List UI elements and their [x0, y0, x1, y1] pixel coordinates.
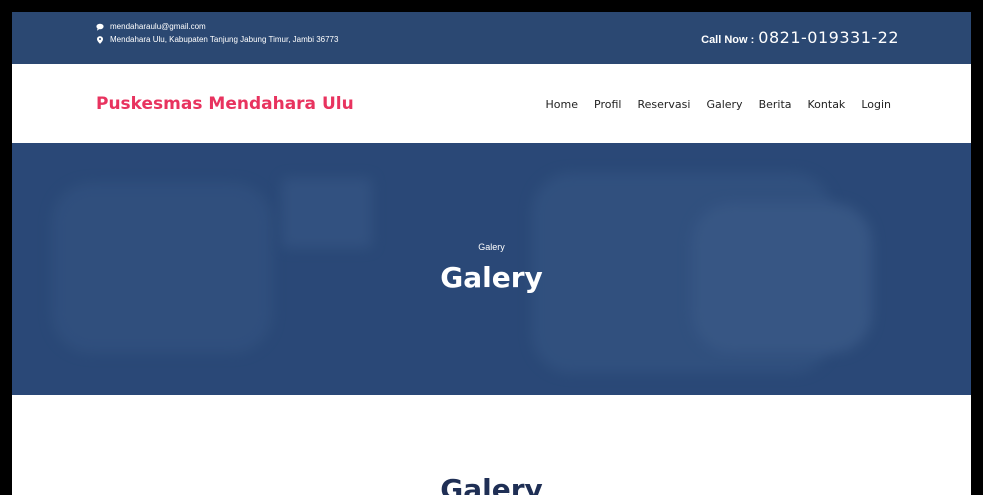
nav-item-login[interactable]: Login: [861, 98, 891, 111]
contact-info: mendaharaulu@gmail.com Mendahara Ulu, Ka…: [96, 20, 338, 46]
map-pin-icon: [96, 35, 104, 44]
nav-item-home[interactable]: Home: [546, 98, 578, 111]
call-now-label: Call Now :: [701, 34, 755, 46]
site-brand[interactable]: Puskesmas Mendahara Ulu: [96, 94, 354, 114]
call-now: Call Now : 0821-019331-22: [701, 28, 899, 47]
address-row: Mendahara Ulu, Kabupaten Tanjung Jabung …: [96, 33, 338, 46]
top-contact-bar: mendaharaulu@gmail.com Mendahara Ulu, Ka…: [12, 12, 971, 64]
address-text: Mendahara Ulu, Kabupaten Tanjung Jabung …: [110, 35, 339, 44]
section-heading: Galery: [440, 473, 543, 495]
breadcrumb: Galery: [478, 242, 505, 252]
nav-item-galery[interactable]: Galery: [706, 98, 742, 111]
email-text[interactable]: mendaharaulu@gmail.com: [110, 20, 206, 33]
email-row: mendaharaulu@gmail.com: [96, 20, 338, 33]
phone-number[interactable]: 0821-019331-22: [758, 28, 899, 47]
page-hero-banner: Galery Galery: [12, 143, 971, 395]
chat-bubble-icon: [96, 23, 104, 31]
nav-item-profil[interactable]: Profil: [594, 98, 621, 111]
main-navbar: Puskesmas Mendahara Ulu Home Profil Rese…: [12, 64, 971, 143]
page-title: Galery: [440, 261, 543, 294]
nav-item-berita[interactable]: Berita: [759, 98, 792, 111]
nav-item-reservasi[interactable]: Reservasi: [637, 98, 690, 111]
browser-viewport: mendaharaulu@gmail.com Mendahara Ulu, Ka…: [0, 0, 983, 495]
nav-item-kontak[interactable]: Kontak: [808, 98, 846, 111]
nav-menu: Home Profil Reservasi Galery Berita Kont…: [546, 98, 891, 111]
